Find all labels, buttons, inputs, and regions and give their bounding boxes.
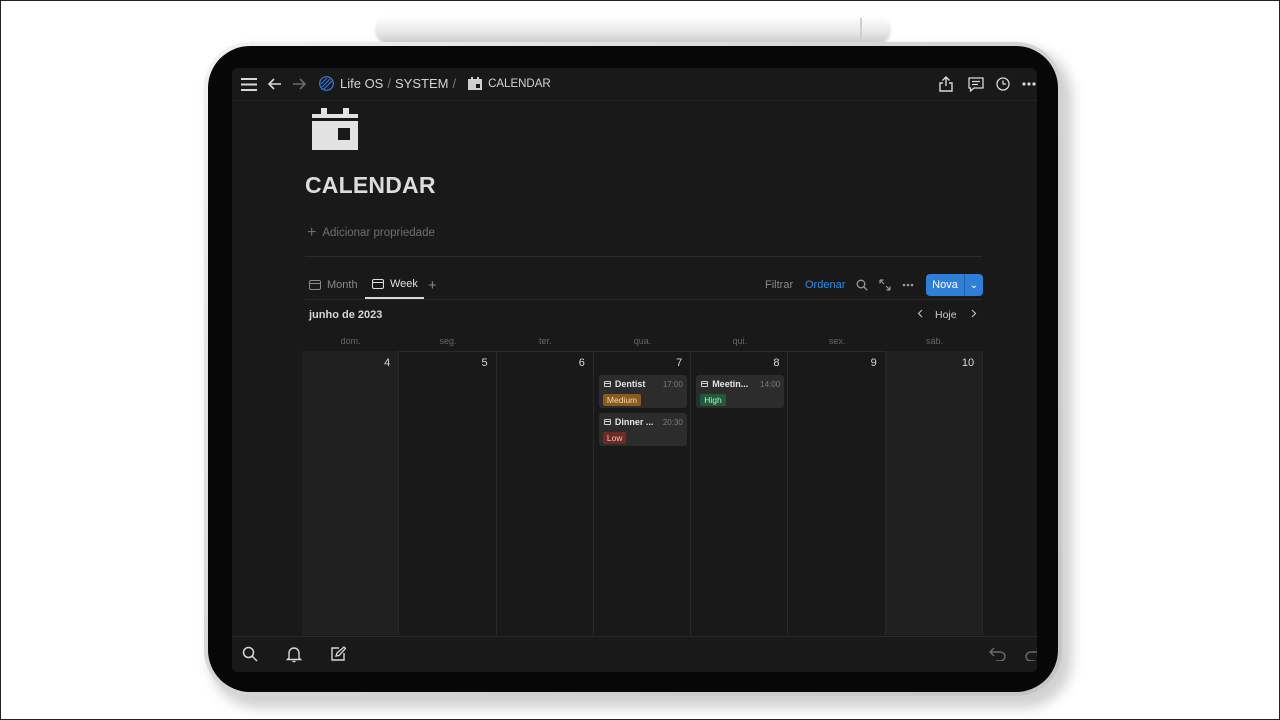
calendar-icon xyxy=(603,419,611,425)
event-header: Meetin... 14:00 xyxy=(701,379,780,389)
arrow-left-icon[interactable] xyxy=(264,74,286,94)
add-property-label: Adicionar propriedade xyxy=(322,227,435,239)
plus-icon: + xyxy=(307,224,317,241)
weekday-header: qua. xyxy=(633,336,652,346)
day-number: 8 xyxy=(773,357,780,369)
tab-month[interactable]: Month xyxy=(309,271,358,299)
new-button[interactable]: Nova ⌄ xyxy=(926,274,983,296)
chevron-left-icon[interactable] xyxy=(917,309,923,321)
day-column[interactable]: 5 xyxy=(399,351,497,635)
day-number: 9 xyxy=(870,357,877,369)
search-icon[interactable] xyxy=(856,271,868,299)
calendar-icon xyxy=(701,381,709,387)
today-button[interactable]: Hoje xyxy=(935,309,957,321)
calendar-event[interactable]: Dentist 17:00 Medium xyxy=(598,375,687,408)
event-header: Dinner ... 20:30 xyxy=(603,417,683,427)
add-property-button[interactable]: + Adicionar propriedade xyxy=(307,224,435,242)
event-title: Meetin... xyxy=(712,379,749,389)
redo-icon[interactable] xyxy=(1022,643,1037,665)
priority-badge: Medium xyxy=(602,394,642,406)
event-time: 20:30 xyxy=(662,417,683,427)
divider xyxy=(305,256,982,257)
striped-circle-icon xyxy=(319,76,334,91)
arrow-right-icon[interactable] xyxy=(288,74,310,94)
breadcrumb-separator: / xyxy=(452,76,457,91)
expand-icon[interactable] xyxy=(879,271,891,299)
calendar-event[interactable]: Dinner ... 20:30 Low xyxy=(598,413,687,446)
weekday-header: qui. xyxy=(732,336,748,346)
tab-month-label: Month xyxy=(327,279,358,291)
calendar-icon xyxy=(603,381,611,387)
page-title[interactable]: CALENDAR xyxy=(305,172,436,199)
weekday-header: dom. xyxy=(340,336,361,346)
weekday-header: ter. xyxy=(538,336,552,346)
event-title: Dentist xyxy=(614,379,646,389)
top-bar: Life OS / SYSTEM / CALENDAR xyxy=(232,68,1037,101)
breadcrumb-separator: / xyxy=(387,76,391,91)
event-header: Dentist 17:00 xyxy=(603,379,683,389)
weekday-header: sáb. xyxy=(925,336,943,346)
month-label: junho de 2023 xyxy=(309,309,383,321)
weekday-header: sex. xyxy=(828,336,846,346)
comment-icon[interactable] xyxy=(966,74,986,94)
tab-week-label: Week xyxy=(390,278,418,290)
undo-icon[interactable] xyxy=(986,643,1008,665)
breadcrumb-current[interactable]: CALENDAR xyxy=(488,78,551,90)
more-icon[interactable] xyxy=(902,271,914,299)
day-number: 4 xyxy=(384,357,391,369)
calendar-view-icon xyxy=(309,280,321,290)
calendar-event[interactable]: Meetin... 14:00 High xyxy=(696,375,785,408)
day-column[interactable]: 4 xyxy=(302,351,400,635)
weekday-header: seg. xyxy=(439,336,457,346)
page-calendar-icon[interactable] xyxy=(312,108,358,150)
day-column[interactable]: 6 xyxy=(497,351,594,635)
breadcrumb-workspace[interactable]: Life OS xyxy=(340,76,383,91)
day-column[interactable]: 8 Meetin... 14:00 High xyxy=(691,351,789,635)
new-button-label: Nova xyxy=(932,279,958,291)
day-number: 6 xyxy=(578,357,585,369)
day-number: 7 xyxy=(676,357,683,369)
sort-button[interactable]: Ordenar xyxy=(805,271,845,299)
hamburger-icon[interactable] xyxy=(238,74,260,94)
share-icon[interactable] xyxy=(936,74,956,94)
bell-icon[interactable] xyxy=(283,643,305,665)
tab-week[interactable]: Week xyxy=(365,271,424,299)
compose-icon[interactable] xyxy=(327,643,349,665)
day-number: 5 xyxy=(481,357,488,369)
app-screen: Life OS / SYSTEM / CALENDAR CALENDAR + A… xyxy=(232,68,1037,672)
breadcrumb: Life OS / SYSTEM / CALENDAR xyxy=(319,76,551,91)
breadcrumb-parent[interactable]: SYSTEM xyxy=(395,76,448,91)
event-time: 14:00 xyxy=(760,379,781,389)
day-column[interactable]: 7 Dentist 17:00 Medium Dinner ... 20:30 Low xyxy=(594,351,692,635)
filter-button[interactable]: Filtrar xyxy=(765,271,793,299)
calendar-icon xyxy=(468,77,483,90)
date-navigation: Hoje xyxy=(917,309,977,321)
day-column[interactable]: 10 xyxy=(885,351,984,635)
view-toolbar: Month Week + Filtrar Ordenar Nova ⌄ xyxy=(305,271,983,300)
event-time: 17:00 xyxy=(662,379,683,389)
chevron-down-icon[interactable]: ⌄ xyxy=(965,280,983,291)
clock-icon[interactable] xyxy=(993,74,1013,94)
day-number: 10 xyxy=(961,357,975,369)
more-icon[interactable] xyxy=(1019,74,1037,94)
priority-badge: High xyxy=(700,394,726,406)
calendar-view-icon xyxy=(372,279,384,289)
search-icon[interactable] xyxy=(239,643,261,665)
event-title: Dinner ... xyxy=(614,417,654,427)
add-view-button[interactable]: + xyxy=(428,271,437,299)
priority-badge: Low xyxy=(602,432,627,444)
chevron-right-icon[interactable] xyxy=(971,309,977,321)
day-column[interactable]: 9 xyxy=(789,351,886,635)
apple-pencil xyxy=(376,16,890,42)
bottom-bar xyxy=(232,636,1037,672)
